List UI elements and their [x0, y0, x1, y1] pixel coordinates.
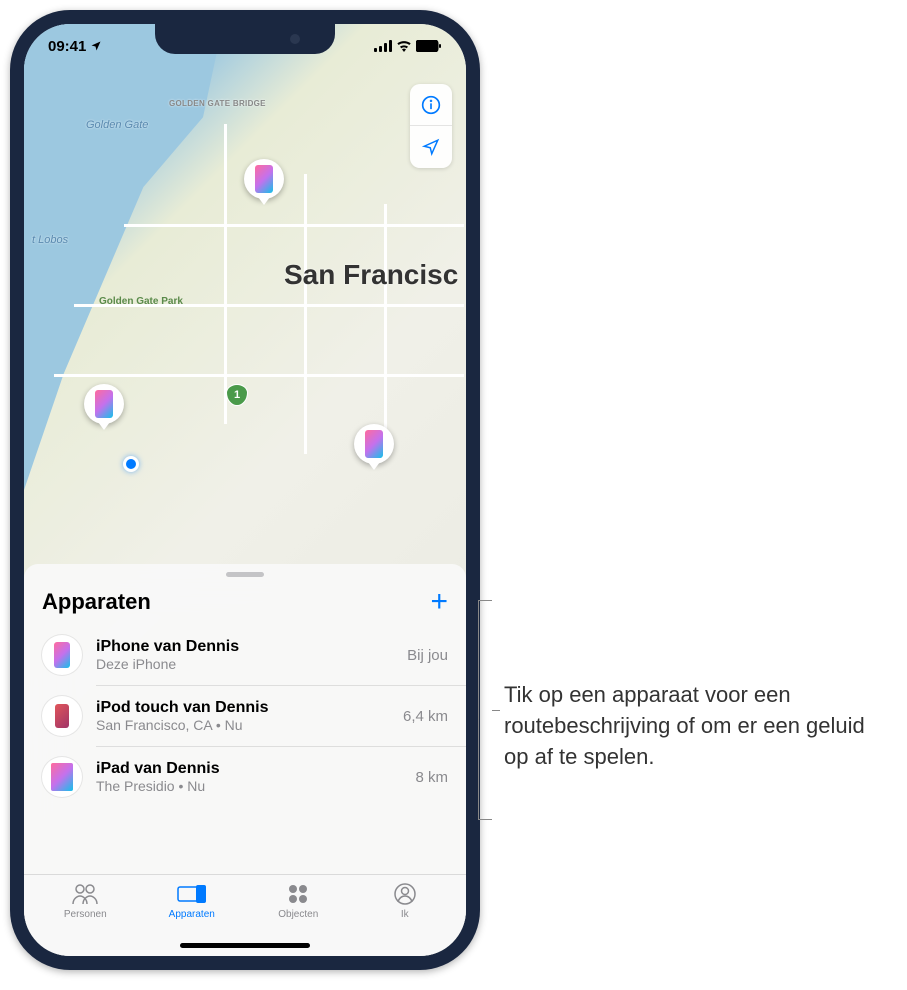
sheet-title: Apparaten — [42, 589, 151, 615]
person-icon — [394, 883, 416, 905]
device-subtitle: Deze iPhone — [96, 656, 393, 672]
device-name: iPhone van Dennis — [96, 638, 393, 656]
tab-people[interactable]: Personen — [32, 881, 139, 956]
map-road — [304, 174, 307, 454]
tab-label: Personen — [64, 909, 107, 920]
location-arrow-icon — [90, 40, 102, 52]
ipad-icon — [51, 763, 73, 791]
device-distance: Bij jou — [407, 647, 448, 664]
device-row-ipad[interactable]: iPad van Dennis The Presidio • Nu 8 km — [24, 747, 466, 807]
device-icon — [365, 430, 383, 458]
map-controls — [410, 84, 452, 168]
device-thumb — [42, 757, 82, 797]
callout-bracket — [478, 600, 492, 820]
status-time: 09:41 — [48, 38, 86, 55]
devices-sheet[interactable]: Apparaten + iPhone van Dennis Deze iPhon… — [24, 564, 466, 956]
map-water-label: t Lobos — [32, 234, 68, 246]
notch — [155, 24, 335, 54]
map-locate-button[interactable] — [410, 126, 452, 168]
tab-label: Apparaten — [169, 909, 215, 920]
map-city-label: San Francisc — [284, 259, 458, 291]
device-subtitle: The Presidio • Nu — [96, 778, 401, 794]
phone-frame: 09:41 San Francisc Golden Gate t Lobos G… — [10, 10, 480, 970]
ipod-icon — [55, 704, 69, 728]
map-info-button[interactable] — [410, 84, 452, 126]
tab-label: Ik — [401, 909, 409, 920]
devices-icon — [176, 883, 208, 905]
annotation-callout: Tik op een apparaat voor een routebeschr… — [500, 620, 890, 772]
status-left: 09:41 — [48, 38, 102, 55]
tab-me[interactable]: Ik — [352, 881, 459, 956]
map-water-label: Golden Gate — [86, 119, 148, 131]
iphone-icon — [54, 642, 70, 668]
map-road — [384, 204, 387, 454]
device-row-iphone[interactable]: iPhone van Dennis Deze iPhone Bij jou — [24, 625, 466, 685]
items-icon — [287, 883, 309, 905]
cellular-icon — [374, 40, 392, 52]
add-device-button[interactable]: + — [430, 587, 448, 617]
device-pin-iphone[interactable] — [84, 384, 124, 424]
device-thumb — [42, 635, 82, 675]
wifi-icon — [396, 40, 412, 52]
callout-tick — [492, 710, 500, 711]
device-name: iPad van Dennis — [96, 760, 401, 778]
device-subtitle: San Francisco, CA • Nu — [96, 717, 389, 733]
people-icon — [71, 883, 99, 905]
device-icon — [95, 390, 113, 418]
location-arrow-icon — [422, 138, 440, 156]
highway-shield: 1 — [226, 384, 248, 406]
map-bridge-label: GOLDEN GATE BRIDGE — [169, 99, 266, 108]
device-distance: 6,4 km — [403, 708, 448, 725]
device-thumb — [42, 696, 82, 736]
home-indicator[interactable] — [180, 943, 310, 948]
map-road — [224, 124, 227, 424]
device-pin-ipod[interactable] — [354, 424, 394, 464]
user-location-dot — [123, 456, 139, 472]
battery-icon — [416, 40, 442, 52]
device-row-ipod[interactable]: iPod touch van Dennis San Francisco, CA … — [24, 686, 466, 746]
device-distance: 8 km — [415, 769, 448, 786]
device-icon — [255, 165, 273, 193]
device-name: iPod touch van Dennis — [96, 699, 389, 717]
map-park-label: Golden Gate Park — [99, 296, 183, 307]
map-road — [124, 224, 464, 227]
map-road — [54, 374, 464, 377]
tab-label: Objecten — [278, 909, 318, 920]
device-pin-ipad[interactable] — [244, 159, 284, 199]
info-icon — [421, 95, 441, 115]
sheet-header: Apparaten + — [24, 587, 466, 625]
phone-screen: 09:41 San Francisc Golden Gate t Lobos G… — [24, 24, 466, 956]
callout-text: Tik op een apparaat voor een routebeschr… — [500, 620, 890, 772]
sheet-grabber[interactable] — [226, 572, 264, 577]
map-water — [24, 24, 223, 490]
status-right — [374, 40, 442, 52]
device-list: iPhone van Dennis Deze iPhone Bij jou iP… — [24, 625, 466, 874]
